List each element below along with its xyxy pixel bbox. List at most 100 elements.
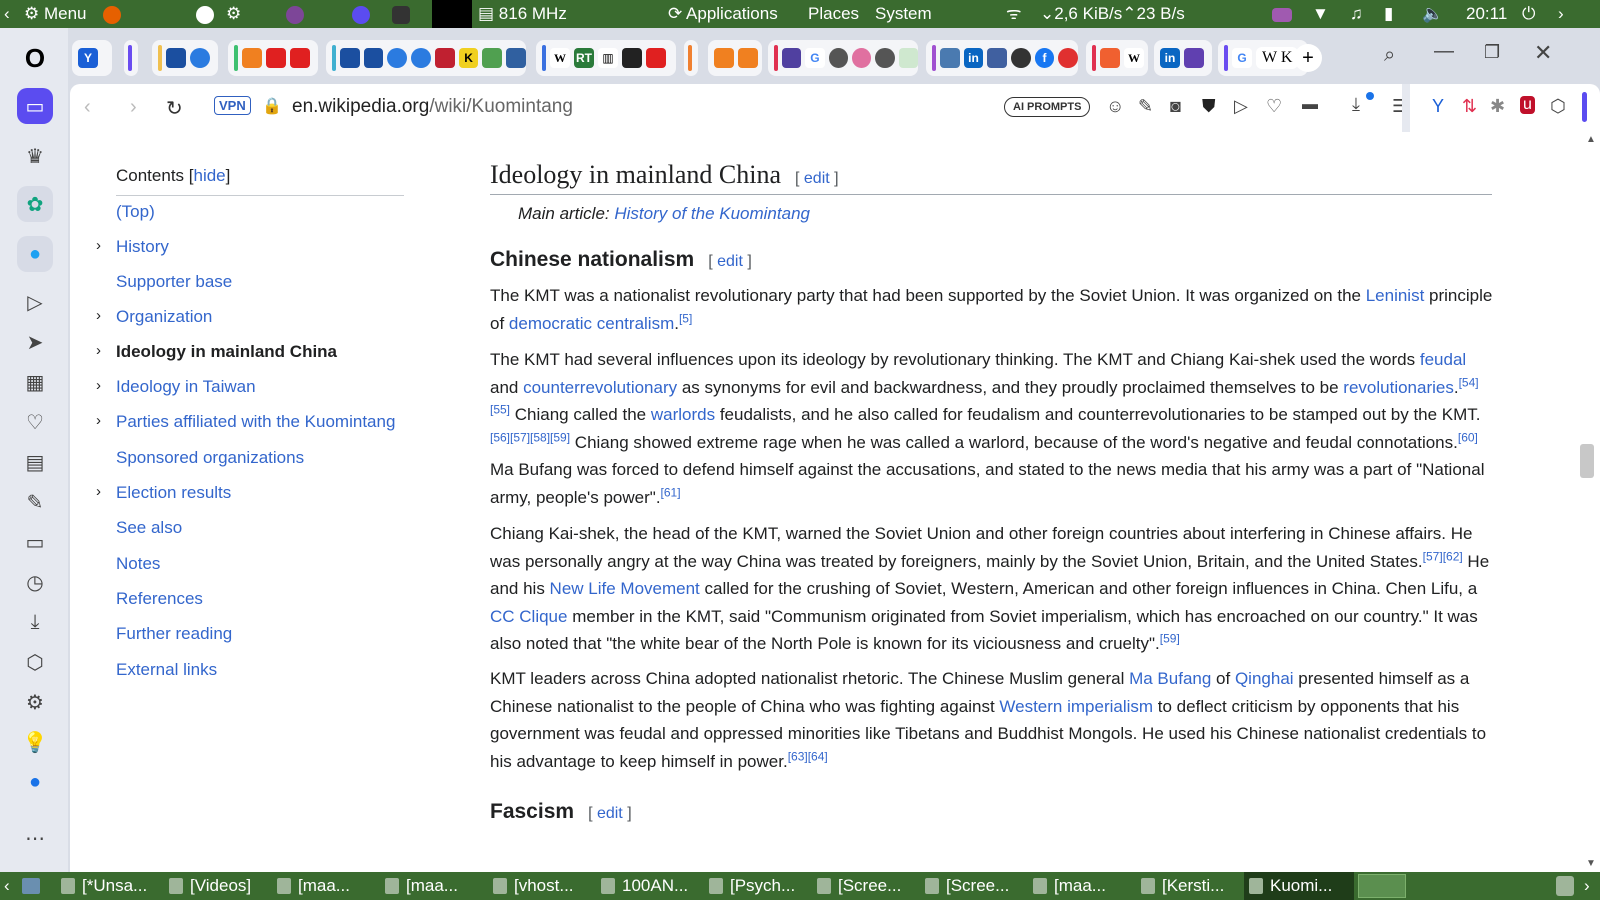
crown-icon[interactable]: ♛ <box>17 138 53 174</box>
tab-favicon-icon[interactable] <box>190 48 210 68</box>
forward-button[interactable]: › <box>130 96 137 119</box>
tab-favicon-icon[interactable] <box>1010 48 1031 68</box>
link-democratic-centralism[interactable]: democratic centralism <box>509 314 674 333</box>
taskbar-task[interactable]: [Psych... <box>704 872 808 900</box>
taskbar-task[interactable]: [Scree... <box>812 872 916 900</box>
toc-expand-chevron-icon[interactable]: › <box>96 307 101 324</box>
tab-favicon-icon[interactable] <box>828 48 848 68</box>
tab-favicon-icon[interactable] <box>622 48 642 68</box>
url-field[interactable]: en.wikipedia.org/wiki/Kuomintang <box>292 96 573 118</box>
scroll-up-arrow-icon[interactable]: ▲ <box>1586 134 1596 145</box>
link-feudal[interactable]: feudal <box>1420 350 1466 369</box>
toc-expand-chevron-icon[interactable]: › <box>96 412 101 429</box>
toc-item[interactable]: External links <box>116 660 217 680</box>
tab-group[interactable] <box>228 40 318 76</box>
tab-favicon-icon[interactable] <box>781 48 802 68</box>
extensions-icon[interactable]: ⬡ <box>17 644 53 680</box>
system-menu[interactable]: System <box>875 0 932 28</box>
tab-group[interactable]: W <box>1086 40 1148 76</box>
new-tab-button[interactable]: + <box>1294 44 1322 72</box>
chatgpt-icon[interactable]: ✿ <box>17 186 53 222</box>
tab-favicon-icon[interactable] <box>387 48 408 68</box>
toc-item[interactable]: Supporter base <box>116 272 232 292</box>
link-western-imperialism[interactable]: Western imperialism <box>999 697 1153 716</box>
heart-icon[interactable]: ♡ <box>17 404 53 440</box>
google-tab-icon[interactable]: G <box>805 48 825 68</box>
toc-item[interactable]: › Election results <box>96 483 231 503</box>
taskbar-task[interactable]: [maa... <box>1028 872 1132 900</box>
citation-link[interactable]: [61] <box>661 485 681 499</box>
taskbar-task[interactable]: [vhost... <box>488 872 592 900</box>
tab-favicon-icon[interactable] <box>1058 48 1078 68</box>
emoji-icon[interactable]: ☺ <box>1106 96 1124 117</box>
toc-item[interactable]: › Ideology in mainland China <box>96 342 337 362</box>
taskbar-task[interactable]: [Videos] <box>164 872 268 900</box>
tab-favicon-icon[interactable] <box>339 48 360 68</box>
notifications-tray-icon[interactable]: ♫ <box>1350 0 1363 28</box>
settings-launcher-icon[interactable]: ⚙ <box>226 0 241 28</box>
speed-dial-icon[interactable]: ▦ <box>17 364 53 400</box>
toc-expand-chevron-icon[interactable]: › <box>96 237 101 254</box>
toc-item[interactable]: › Ideology in Taiwan <box>96 377 256 397</box>
taskbar-task[interactable]: 100AN... <box>596 872 700 900</box>
tab-group[interactable] <box>124 40 138 76</box>
subsection-edit-link[interactable]: edit <box>597 805 623 822</box>
link-counterrevolutionary[interactable]: counterrevolutionary <box>523 378 677 397</box>
tab-favicon-icon[interactable] <box>738 48 758 68</box>
restore-button[interactable]: ❐ <box>1484 42 1500 63</box>
linkedin-tab-icon[interactable]: in <box>963 48 984 68</box>
show-desktop-icon[interactable] <box>22 878 40 894</box>
clock[interactable]: 20:11 <box>1466 0 1507 28</box>
tab-group[interactable] <box>684 40 698 76</box>
wikipedia-tab-icon[interactable]: W <box>1124 48 1144 68</box>
tab-group[interactable]: in <box>1154 40 1212 76</box>
wikipedia-tab-icon[interactable]: W <box>550 48 570 68</box>
edit-icon[interactable]: ✎ <box>17 484 53 520</box>
citation-link[interactable]: [63][64] <box>788 749 828 763</box>
tab-favicon-icon[interactable] <box>166 48 186 68</box>
taskbar-task[interactable]: [*Unsa... <box>56 872 160 900</box>
news-icon[interactable]: ▤ <box>17 444 53 480</box>
tabs-icon[interactable]: ▭ <box>17 524 53 560</box>
link-revolutionaries[interactable]: revolutionaries <box>1343 378 1454 397</box>
tab-favicon-icon[interactable]: K <box>458 48 479 68</box>
taskbar-task[interactable]: [Scree... <box>920 872 1024 900</box>
link-warlords[interactable]: warlords <box>651 405 715 424</box>
youtube-tab-icon[interactable] <box>646 48 666 68</box>
youtube-tab-icon[interactable] <box>290 48 310 68</box>
extension-puzzle-icon[interactable]: ✱ <box>1490 96 1505 117</box>
tab-favicon-icon[interactable]: RT <box>574 48 594 68</box>
tab-favicon-icon[interactable] <box>987 48 1007 68</box>
toc-item[interactable]: (Top) <box>116 202 155 222</box>
lock-icon[interactable]: 🔒 <box>262 96 282 116</box>
scroll-down-arrow-icon[interactable]: ▼ <box>1586 858 1596 869</box>
tab-favicon-icon[interactable] <box>434 48 455 68</box>
tab-favicon-icon[interactable] <box>939 48 960 68</box>
back-button[interactable]: ‹ <box>84 96 91 119</box>
workspace-icon[interactable]: ▭ <box>17 88 53 124</box>
workspace-switcher[interactable] <box>1358 874 1406 898</box>
scrollbar-thumb[interactable] <box>1580 444 1594 478</box>
toc-item[interactable]: › Organization <box>96 307 212 327</box>
tab-favicon-icon[interactable] <box>411 48 431 68</box>
launcher-a-icon[interactable] <box>196 0 214 28</box>
volume-tray-icon[interactable]: 🔈 <box>1422 0 1443 28</box>
tab-favicon-icon[interactable] <box>506 48 526 68</box>
tab-favicon-icon[interactable] <box>875 48 895 68</box>
citation-link[interactable]: [56][57][58][59] <box>490 430 570 444</box>
citation-link[interactable]: [5] <box>679 311 692 325</box>
citation-link[interactable]: [57][62] <box>1423 549 1463 563</box>
panel-right-arrow-icon[interactable]: › <box>1558 0 1564 28</box>
battery-tray-icon[interactable]: ▮ <box>1384 0 1393 28</box>
main-article-link[interactable]: History of the Kuomintang <box>614 204 810 223</box>
toc-expand-chevron-icon[interactable]: › <box>96 342 101 359</box>
applications-menu[interactable]: ⟳ Applications <box>668 0 778 28</box>
shield-icon[interactable]: ⛊ <box>1202 96 1216 117</box>
page-scrollbar[interactable]: ▲ ▼ <box>1580 132 1600 872</box>
wifi-tray-icon[interactable]: ▼ <box>1312 0 1329 28</box>
taskbar-task[interactable]: [Kersti... <box>1136 872 1240 900</box>
firefox-launcher-icon[interactable] <box>103 0 121 28</box>
chat-icon[interactable]: ● <box>17 764 53 800</box>
tab-favicon-icon[interactable] <box>898 48 919 68</box>
link-new-life-movement[interactable]: New Life Movement <box>550 579 700 598</box>
